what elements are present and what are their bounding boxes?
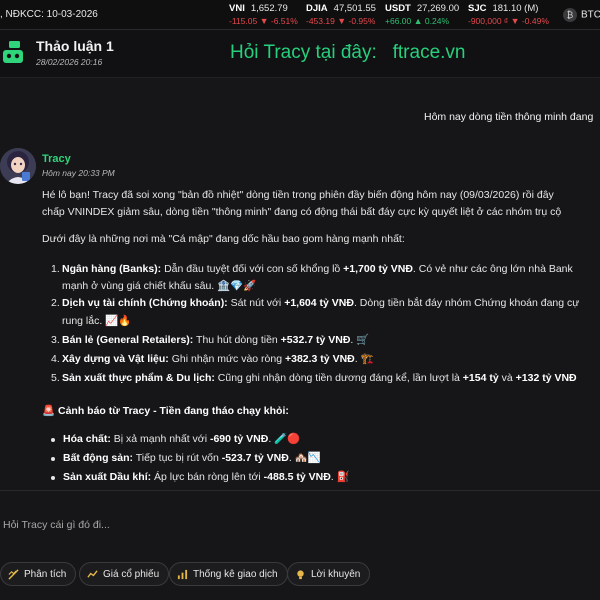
- assistant-time: Hôm nay 20:33 PM: [42, 168, 115, 178]
- assistant-intro-line-1: Hé lô bạn! Tracy đã soi xong "bản đồ nhi…: [42, 189, 554, 201]
- ticker-pct: -0.95%: [348, 16, 376, 26]
- ticker-value: 181.10 (M): [492, 3, 539, 14]
- chart-bar-icon: [8, 568, 19, 580]
- ticker-date-label: , NĐKCC: 10-03-2026: [0, 9, 98, 20]
- chat-input[interactable]: [0, 505, 600, 545]
- ticker-change: +66.00: [385, 16, 412, 26]
- list-item-continuation: mạnh ở vùng giá chiết khấu sâu. 🏦💎🚀: [62, 280, 257, 292]
- list-item: 4. Xây dựng và Vật liệu: Ghi nhận mức vào…: [51, 353, 374, 365]
- ticker-pct: -0.49%: [521, 16, 549, 26]
- ticker-item-usdt[interactable]: USDT 27,269.00 +66.00 ▲ 0.24%: [385, 3, 459, 26]
- lightbulb-icon: [297, 569, 304, 579]
- bullet-dot: [51, 476, 55, 480]
- chip-label: Phân tích: [24, 568, 67, 580]
- robot-icon: [3, 41, 23, 63]
- list-item: 3. Bán lẻ (General Retailers): Thu hút dò…: [51, 334, 370, 346]
- chip-stock-price-button[interactable]: Giá cổ phiếu: [79, 562, 170, 586]
- ticker-change: -115.05: [229, 16, 258, 26]
- chip-label: Lời khuyên: [311, 568, 361, 580]
- warning-heading: 🚨 Cảnh báo từ Tracy - Tiền đang tháo chạ…: [42, 405, 289, 417]
- chip-analysis-button[interactable]: Phân tích: [0, 562, 77, 586]
- chip-advice-button[interactable]: Lời khuyên: [287, 562, 371, 586]
- bitcoin-icon: ₿: [563, 8, 577, 22]
- trend-line-icon: [87, 569, 98, 578]
- conversation-date: 28/02/2026 20:16: [36, 57, 103, 67]
- divider: [0, 490, 600, 491]
- chip-label: Giá cổ phiếu: [103, 568, 160, 580]
- chip-trade-stats-button[interactable]: Thống kê giao dịch: [169, 562, 288, 586]
- tracy-avatar-icon: [0, 148, 36, 184]
- promo-banner[interactable]: Hỏi Tracy tại đây: ftrace.vn: [230, 42, 465, 64]
- ticker-item-btc[interactable]: ₿ BTC: [563, 8, 600, 22]
- market-ticker-bar: , NĐKCC: 10-03-2026 VNI 1,652.79 -115.05 …: [0, 0, 600, 30]
- list-item: 2. Dịch vụ tài chính (Chứng khoán): Sát n…: [51, 297, 580, 309]
- list-item: Bất động sản: Tiếp tục bị rút vốn -523.7…: [63, 452, 321, 464]
- ticker-name: USDT: [385, 3, 411, 14]
- ticker-change: -900,000 ₫: [468, 16, 509, 26]
- ticker-pct: -6.51%: [270, 16, 298, 26]
- btc-label: BTC: [581, 9, 600, 21]
- ticker-name: DJIA: [306, 3, 328, 14]
- ticker-change: -453.19: [306, 16, 335, 26]
- ticker-value: 47,501.55: [333, 3, 376, 14]
- bullet-dot: [51, 457, 55, 461]
- ticker-name: SJC: [468, 3, 487, 14]
- ticker-value: 27,269.00: [416, 3, 460, 14]
- assistant-intro-line-2: chấp VNINDEX giảm sâu, dòng tiền "thông …: [42, 206, 562, 218]
- list-item: 1. Ngân hàng (Banks): Dẫn đầu tuyệt đối v…: [51, 263, 573, 275]
- ticker-pct: 0.24%: [424, 16, 450, 26]
- stats-bars-icon: [177, 569, 188, 579]
- ticker-name: VNI: [229, 3, 245, 14]
- avatar: [0, 148, 36, 184]
- list-item-continuation: rung lắc. 📈🔥: [62, 315, 132, 327]
- ticker-value: 1,652.79: [250, 3, 288, 14]
- ticker-item-djia[interactable]: DJIA 47,501.55 -453.19 ▼ -0.95%: [306, 3, 376, 26]
- list-item: Hóa chất: Bị xả mạnh nhất với -690 tỷ VN…: [63, 433, 301, 445]
- chip-label: Thống kê giao dịch: [193, 568, 278, 580]
- assistant-lead: Dưới đây là những nơi mà "Cá mập" đang d…: [42, 233, 405, 245]
- user-message: Hôm nay dòng tiền thông minh đang: [424, 111, 594, 123]
- conversation-header: Thảo luận 1 28/02/2026 20:16 Hỏi Tracy t…: [0, 30, 600, 78]
- list-item: Sản xuất Dầu khí: Áp lực bán ròng lên tớ…: [63, 471, 350, 483]
- ticker-item-vni[interactable]: VNI 1,652.79 -115.05 ▼ -6.51%: [229, 3, 298, 26]
- assistant-name: Tracy: [42, 153, 71, 165]
- ticker-item-sjc[interactable]: SJC 181.10 (M) -900,000 ₫ ▼ -0.49%: [468, 3, 549, 26]
- conversation-title: Thảo luận 1: [36, 38, 114, 54]
- list-item: 5. Sản xuất thực phẩm & Du lịch: Cũng ghi…: [51, 372, 577, 384]
- bullet-dot: [51, 438, 55, 442]
